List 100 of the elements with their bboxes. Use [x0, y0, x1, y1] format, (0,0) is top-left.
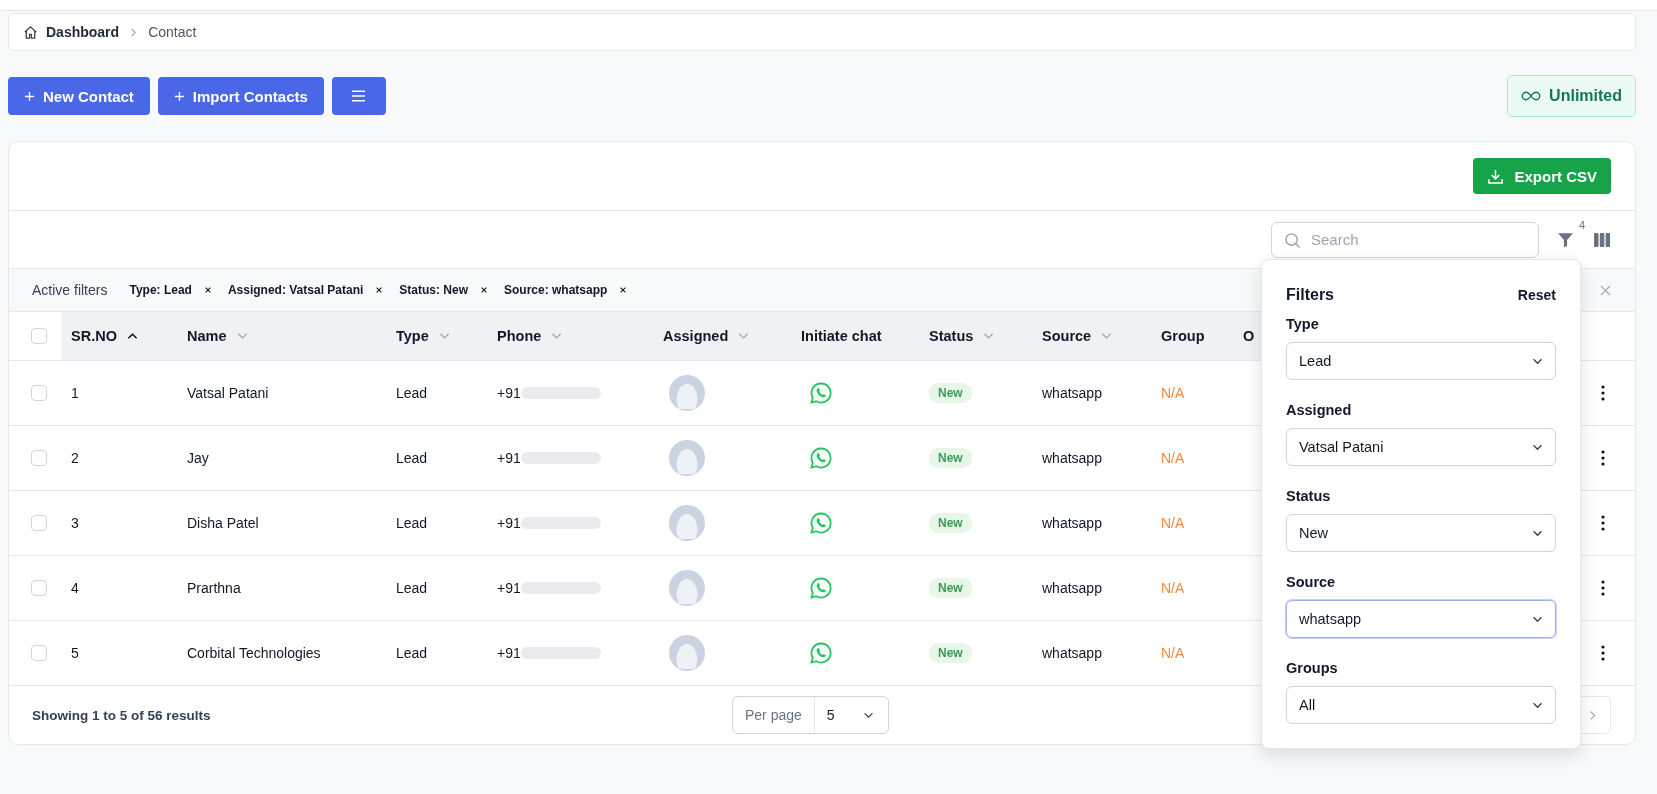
avatar-icon	[669, 570, 705, 606]
chevron-right-icon	[129, 27, 139, 37]
table-cell: Lead	[396, 515, 428, 531]
table-cell: Jay	[187, 450, 209, 466]
column-header[interactable]: Source	[1042, 328, 1092, 344]
more-icon[interactable]	[1601, 450, 1605, 466]
chevron-down-icon[interactable]	[438, 332, 450, 340]
select-field[interactable]: New	[1286, 514, 1556, 552]
chevron-down-icon	[1532, 529, 1543, 537]
chevron-down-icon[interactable]	[983, 332, 995, 340]
filter-label: Assigned: Vatsal Patani	[227, 283, 364, 297]
chevron-down-icon[interactable]	[551, 332, 563, 340]
search-icon	[1284, 231, 1301, 249]
reset-link[interactable]: Reset	[1517, 287, 1556, 303]
filter-count: 4	[1578, 218, 1585, 231]
chevron-down-icon[interactable]	[236, 332, 248, 340]
table-cell: Corbital Technologies	[187, 645, 321, 661]
table-cell: whatsapp	[1042, 515, 1102, 531]
column-header[interactable]: Type	[396, 328, 429, 344]
columns-icon[interactable]	[1593, 231, 1611, 248]
table-cell: N/A	[1161, 645, 1185, 661]
breadcrumb-current: Contact	[148, 24, 197, 40]
table-cell: N/A	[1161, 580, 1185, 596]
avatar-icon	[669, 375, 705, 411]
table-cell: whatsapp	[1042, 450, 1102, 466]
table-cell: +91	[497, 645, 521, 661]
field-label: Groups	[1286, 660, 1338, 676]
add-button[interactable]: Import Contacts	[157, 77, 324, 115]
chevron-down-icon	[1532, 443, 1543, 451]
active-filters-label: Active filters	[32, 282, 108, 298]
column-header[interactable]: Status	[929, 328, 974, 344]
table-cell: Disha Patel	[187, 515, 259, 531]
column-header[interactable]: Phone	[497, 328, 542, 344]
whatsapp-icon[interactable]	[809, 381, 833, 405]
table-cell: N/A	[1161, 385, 1185, 401]
more-icon[interactable]	[1601, 580, 1605, 596]
close-icon[interactable]	[1600, 284, 1611, 296]
column-header[interactable]: Group	[1161, 328, 1205, 344]
whatsapp-icon[interactable]	[809, 446, 833, 470]
field-label: Assigned	[1286, 402, 1352, 418]
table-cell: whatsapp	[1042, 580, 1102, 596]
menu-icon	[351, 90, 367, 102]
table-cell: N/A	[1161, 450, 1185, 466]
plan-badge: Unlimited	[1507, 75, 1636, 117]
infinity-icon	[1521, 91, 1542, 101]
plus-icon	[173, 90, 185, 102]
menu-button[interactable]	[331, 77, 386, 115]
column-header[interactable]: Name	[187, 328, 227, 344]
home-icon	[23, 24, 38, 40]
select-field[interactable]: Lead	[1286, 342, 1556, 380]
checkbox[interactable]	[31, 385, 47, 401]
chevron-down-icon[interactable]	[738, 332, 750, 340]
checkbox[interactable]	[31, 450, 47, 466]
table-cell: Lead	[396, 645, 428, 661]
select-field[interactable]: whatsapp	[1286, 600, 1556, 638]
table-cell: whatsapp	[1042, 385, 1102, 401]
chevron-down-icon	[1532, 615, 1543, 623]
table-cell: Prarthna	[187, 580, 241, 596]
table-cell: Lead	[396, 450, 428, 466]
plus-icon	[24, 90, 35, 102]
filter-label: Status: New	[399, 283, 468, 297]
chevron-down-icon[interactable]	[1101, 332, 1113, 340]
download-icon	[1487, 167, 1505, 185]
whatsapp-icon[interactable]	[809, 511, 833, 535]
add-button[interactable]: New Contact	[8, 77, 150, 115]
sort-up-icon[interactable]	[126, 332, 138, 340]
avatar-icon	[669, 505, 705, 541]
remove-icon[interactable]	[480, 286, 488, 294]
table-cell: Lead	[396, 580, 428, 596]
whatsapp-icon[interactable]	[809, 576, 833, 600]
remove-icon[interactable]	[619, 286, 628, 294]
table-cell: 1	[71, 385, 79, 401]
select-field[interactable]: Vatsal Patani	[1286, 428, 1556, 466]
status-badge: New	[929, 383, 972, 403]
table-cell: Lead	[396, 385, 428, 401]
status-badge: New	[929, 578, 972, 598]
checkbox[interactable]	[31, 515, 47, 531]
remove-icon[interactable]	[375, 286, 384, 294]
per-page-select[interactable]: Per page 5	[732, 696, 889, 734]
whatsapp-icon[interactable]	[809, 641, 833, 665]
remove-icon[interactable]	[203, 286, 212, 294]
table-cell: 4	[71, 580, 79, 596]
avatar-icon	[669, 440, 705, 476]
table-cell: 3	[71, 515, 79, 531]
column-header[interactable]: SR.NO	[71, 328, 117, 344]
breadcrumb-link[interactable]: Dashboard	[23, 24, 120, 40]
table-cell: +91	[497, 580, 521, 596]
column-header[interactable]: O	[1243, 328, 1255, 344]
more-icon[interactable]	[1601, 385, 1605, 401]
checkbox[interactable]	[31, 645, 47, 661]
column-header[interactable]: Assigned	[663, 328, 729, 344]
checkbox[interactable]	[31, 328, 47, 344]
select-field[interactable]: All	[1286, 686, 1556, 724]
more-icon[interactable]	[1601, 515, 1605, 531]
more-icon[interactable]	[1601, 645, 1605, 661]
checkbox[interactable]	[31, 580, 47, 596]
filter-icon[interactable]	[1557, 231, 1574, 248]
table-cell: Vatsal Patani	[187, 385, 269, 401]
search-field[interactable]: Search	[1271, 221, 1539, 258]
chevron-down-icon	[862, 711, 874, 719]
